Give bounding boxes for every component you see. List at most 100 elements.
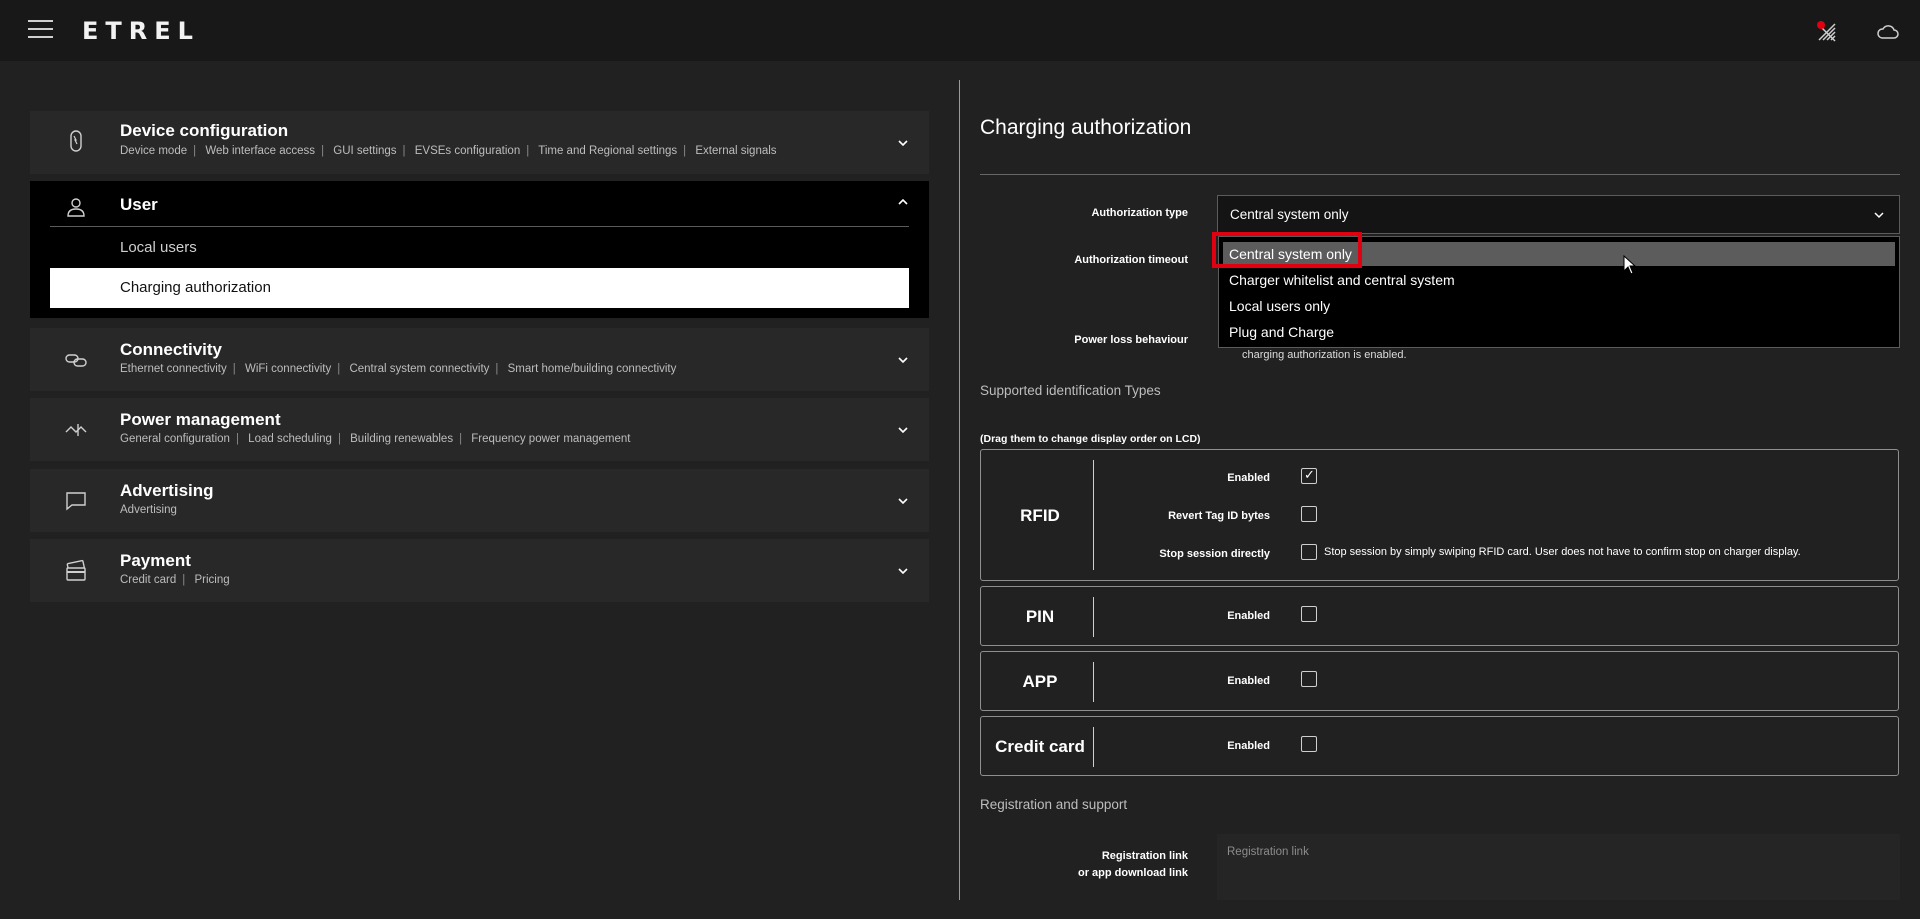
divider <box>1093 662 1094 702</box>
app-card[interactable]: APP Enabled <box>980 651 1899 711</box>
panel-divider <box>959 80 960 900</box>
link-icon <box>65 354 87 367</box>
cloud-icon[interactable] <box>1876 20 1900 44</box>
credit-card-card[interactable]: Credit card Enabled <box>980 716 1899 776</box>
registration-label-line-2: or app download link <box>1078 867 1188 879</box>
connectivity-title: Connectivity <box>120 340 223 359</box>
link-credit-card[interactable]: Credit card <box>120 574 176 586</box>
registration-heading: Registration and support <box>980 797 1128 812</box>
authorization-type-value: Central system only <box>1230 207 1349 222</box>
credit-card-enabled-checkbox[interactable] <box>1301 736 1317 752</box>
link-frequency-power-management[interactable]: Frequency power management <box>471 433 630 445</box>
link-smart-home-connectivity[interactable]: Smart home/building connectivity <box>508 363 677 375</box>
connectivity-links: Ethernet connectivity | WiFi connectivity… <box>120 363 677 375</box>
link-web-interface-access[interactable]: Web interface access <box>205 145 315 157</box>
rfid-enabled-checkbox[interactable] <box>1301 467 1317 484</box>
connectivity-section[interactable]: Connectivity Ethernet connectivity | WiFi… <box>30 328 929 391</box>
user-icon <box>67 198 85 217</box>
advertising-links: Advertising <box>120 504 177 516</box>
option-local-users-only[interactable]: Local users only <box>1223 294 1895 318</box>
app-enabled-checkbox[interactable] <box>1301 671 1317 687</box>
chevron-down-icon[interactable] <box>897 565 909 577</box>
link-ethernet-connectivity[interactable]: Ethernet connectivity <box>120 363 227 375</box>
link-device-mode[interactable]: Device mode <box>120 145 187 157</box>
option-central-system-only[interactable]: Central system only <box>1223 242 1895 266</box>
link-central-system-connectivity[interactable]: Central system connectivity <box>349 363 489 375</box>
divider <box>50 226 909 227</box>
menu-icon[interactable] <box>28 20 53 40</box>
power-management-section[interactable]: Power management General configuration | … <box>30 398 929 461</box>
user-title[interactable]: User <box>120 195 158 215</box>
user-section: User Local users Charging authorization <box>30 181 929 318</box>
chevron-up-icon[interactable] <box>897 196 909 208</box>
payment-links: Credit card | Pricing <box>120 574 230 586</box>
link-gui-settings[interactable]: GUI settings <box>333 145 396 157</box>
sidebar-item-charging-authorization[interactable]: Charging authorization <box>50 268 909 308</box>
link-building-renewables[interactable]: Building renewables <box>350 433 453 445</box>
option-charger-whitelist[interactable]: Charger whitelist and central system <box>1223 268 1895 292</box>
power-management-title: Power management <box>120 410 281 429</box>
option-plug-and-charge[interactable]: Plug and Charge <box>1223 320 1895 344</box>
registration-link-input[interactable]: Registration link <box>1217 834 1900 900</box>
link-load-scheduling[interactable]: Load scheduling <box>248 433 332 445</box>
credit-card-title: Credit card <box>995 737 1085 756</box>
advertising-title: Advertising <box>120 481 214 500</box>
registration-label-line-1: Registration link <box>1101 850 1188 862</box>
divider <box>1093 597 1094 637</box>
authorization-type-select[interactable]: Central system only <box>1217 195 1900 234</box>
chevron-down-icon[interactable] <box>897 495 909 507</box>
divider <box>1093 727 1094 767</box>
no-signal-icon[interactable] <box>1815 20 1839 44</box>
rfid-enabled-label: Enabled <box>1227 472 1270 484</box>
stop-session-label: Stop session directly <box>1159 548 1270 560</box>
power-management-links: General configuration | Load scheduling | … <box>120 433 631 445</box>
app-enabled-label: Enabled <box>1227 675 1270 687</box>
etrel-logo: ETREL <box>82 17 200 45</box>
chevron-down-icon <box>1874 212 1884 219</box>
link-time-regional-settings[interactable]: Time and Regional settings <box>538 145 677 157</box>
stop-session-description: Stop session by simply swiping RFID card… <box>1324 546 1801 558</box>
payment-section[interactable]: Payment Credit card | Pricing <box>30 539 929 602</box>
top-bar: ETREL <box>0 0 1920 61</box>
link-external-signals[interactable]: External signals <box>695 145 776 157</box>
chat-bubble-icon <box>66 492 86 511</box>
divider <box>980 174 1900 175</box>
payment-title: Payment <box>120 551 191 570</box>
drag-note: (Drag them to change display order on LC… <box>980 433 1201 445</box>
chevron-down-icon[interactable] <box>897 354 909 366</box>
supported-types-heading: Supported identification Types <box>980 383 1161 398</box>
authorization-timeout-label: Authorization timeout <box>1074 254 1188 266</box>
pin-card[interactable]: PIN Enabled <box>980 586 1899 646</box>
credit-card-icon <box>66 559 86 581</box>
chevron-down-icon[interactable] <box>897 424 909 436</box>
revert-tag-label: Revert Tag ID bytes <box>1168 510 1270 522</box>
pin-title: PIN <box>1025 607 1055 626</box>
device-configuration-title: Device configuration <box>120 121 289 140</box>
rfid-title: RFID <box>1020 506 1060 525</box>
link-wifi-connectivity[interactable]: WiFi connectivity <box>245 363 331 375</box>
chevron-down-icon[interactable] <box>897 137 909 149</box>
link-pricing[interactable]: Pricing <box>194 574 229 586</box>
power-wave-icon <box>65 424 87 436</box>
link-general-configuration[interactable]: General configuration <box>120 433 230 445</box>
device-configuration-links: Device mode | Web interface access | GUI s… <box>120 145 777 157</box>
authorization-type-label: Authorization type <box>1091 207 1188 219</box>
sidebar-item-local-users[interactable]: Local users <box>50 228 909 268</box>
rfid-card[interactable]: RFID Enabled Revert Tag ID bytes Stop se… <box>980 449 1899 581</box>
page-title: Charging authorization <box>980 116 1192 139</box>
registration-label: Registration link or app download link <box>1000 848 1188 882</box>
link-advertising[interactable]: Advertising <box>120 504 177 516</box>
link-evses-configuration[interactable]: EVSEs configuration <box>415 145 520 157</box>
credit-card-enabled-label: Enabled <box>1227 740 1270 752</box>
app-title: APP <box>1022 672 1058 691</box>
pin-enabled-checkbox[interactable] <box>1301 606 1317 622</box>
divider <box>1093 460 1094 570</box>
power-loss-note: charging authorization is enabled. <box>1242 349 1407 361</box>
pin-enabled-label: Enabled <box>1227 610 1270 622</box>
device-configuration-section[interactable]: Device configuration Device mode | Web in… <box>30 111 929 174</box>
stop-session-checkbox[interactable] <box>1301 544 1317 560</box>
revert-tag-checkbox[interactable] <box>1301 506 1317 522</box>
advertising-section[interactable]: Advertising Advertising <box>30 469 929 532</box>
authorization-type-dropdown: Central system only Charger whitelist an… <box>1218 236 1900 348</box>
charger-icon <box>70 130 82 152</box>
